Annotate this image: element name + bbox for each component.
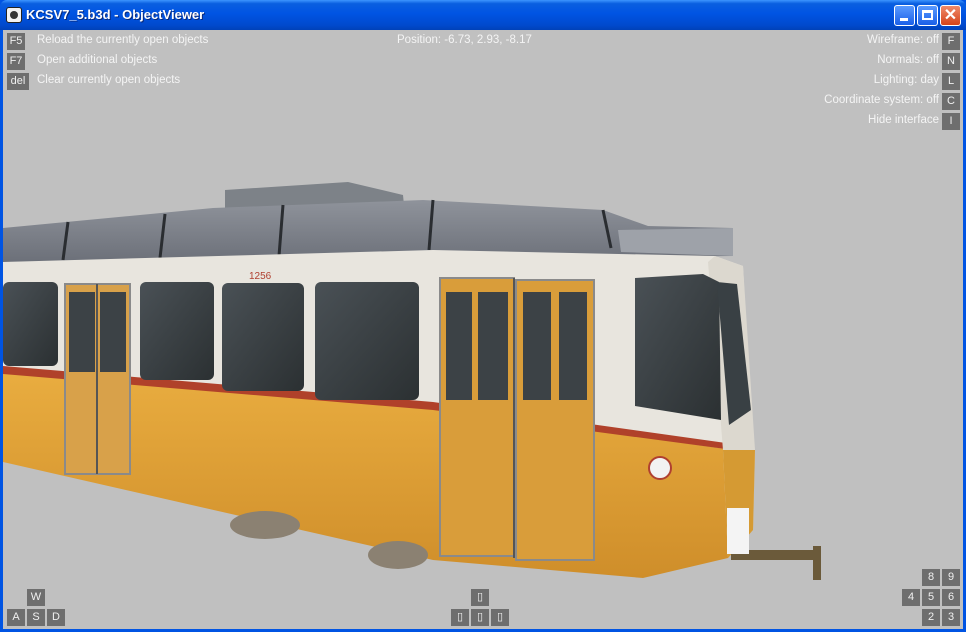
move-right-key[interactable]: D	[47, 609, 65, 626]
numpad-4-key[interactable]: 4	[902, 589, 920, 606]
window	[140, 282, 214, 380]
reload-key[interactable]: F5	[7, 33, 25, 50]
emblem-icon	[648, 456, 672, 480]
window-title: KCSV7_5.b3d - ObjectViewer	[26, 7, 205, 22]
lighting-key[interactable]: L	[942, 73, 960, 90]
coordinate-system-status: Coordinate system: off	[824, 94, 939, 106]
clear-key[interactable]: del	[7, 73, 29, 90]
arrow-down-key[interactable]: ▯	[471, 609, 489, 626]
window	[3, 282, 58, 366]
wireframe-key[interactable]: F	[942, 33, 960, 50]
bogie	[368, 541, 428, 569]
open-additional-key[interactable]: F7	[7, 53, 25, 70]
window	[315, 282, 419, 400]
bogie	[230, 511, 300, 539]
move-left-key[interactable]: A	[7, 609, 25, 626]
close-button[interactable]: ✕	[940, 5, 961, 26]
close-icon: ✕	[943, 7, 958, 24]
coordinate-system-key[interactable]: C	[942, 93, 960, 110]
arrow-right-key[interactable]: ▯	[491, 609, 509, 626]
numpad-3-key[interactable]: 3	[942, 609, 960, 626]
wireframe-status: Wireframe: off	[867, 34, 939, 46]
maximize-icon	[922, 10, 933, 20]
minimize-button[interactable]	[894, 5, 915, 26]
numpad-9-key[interactable]: 9	[942, 569, 960, 586]
normals-key[interactable]: N	[942, 53, 960, 70]
minimize-icon	[900, 18, 908, 21]
hide-interface-label: Hide interface	[868, 114, 939, 126]
position-readout: Position: -6.73, 2.93, -8.17	[397, 34, 532, 46]
3d-viewport[interactable]: 1256 F5 Reload the currently open object…	[3, 30, 963, 629]
move-forward-key[interactable]: W	[27, 589, 45, 606]
numpad-2-key[interactable]: 2	[922, 609, 940, 626]
numpad-6-key[interactable]: 6	[942, 589, 960, 606]
window	[222, 283, 304, 391]
normals-status: Normals: off	[877, 54, 939, 66]
front-side-window	[635, 274, 721, 420]
maximize-button[interactable]	[917, 5, 938, 26]
numpad-5-key[interactable]: 5	[922, 589, 940, 606]
hide-interface-key[interactable]: I	[942, 113, 960, 130]
app-icon[interactable]	[6, 7, 22, 23]
move-back-key[interactable]: S	[27, 609, 45, 626]
clear-label: Clear currently open objects	[37, 74, 181, 86]
open-additional-label: Open additional objects	[37, 54, 158, 66]
lighting-status: Lighting: day	[873, 74, 939, 86]
tram-model-render: 1256	[3, 182, 821, 580]
reload-label: Reload the currently open objects	[37, 34, 209, 46]
arrow-up-key[interactable]: ▯	[471, 589, 489, 606]
object-viewer-window: KCSV7_5.b3d - ObjectViewer ✕ 1256 F5 Rel…	[0, 0, 966, 632]
numpad-8-key[interactable]: 8	[922, 569, 940, 586]
arrow-left-key[interactable]: ▯	[451, 609, 469, 626]
tram-number: 1256	[249, 271, 272, 282]
title-bar[interactable]: KCSV7_5.b3d - ObjectViewer ✕	[0, 0, 966, 30]
